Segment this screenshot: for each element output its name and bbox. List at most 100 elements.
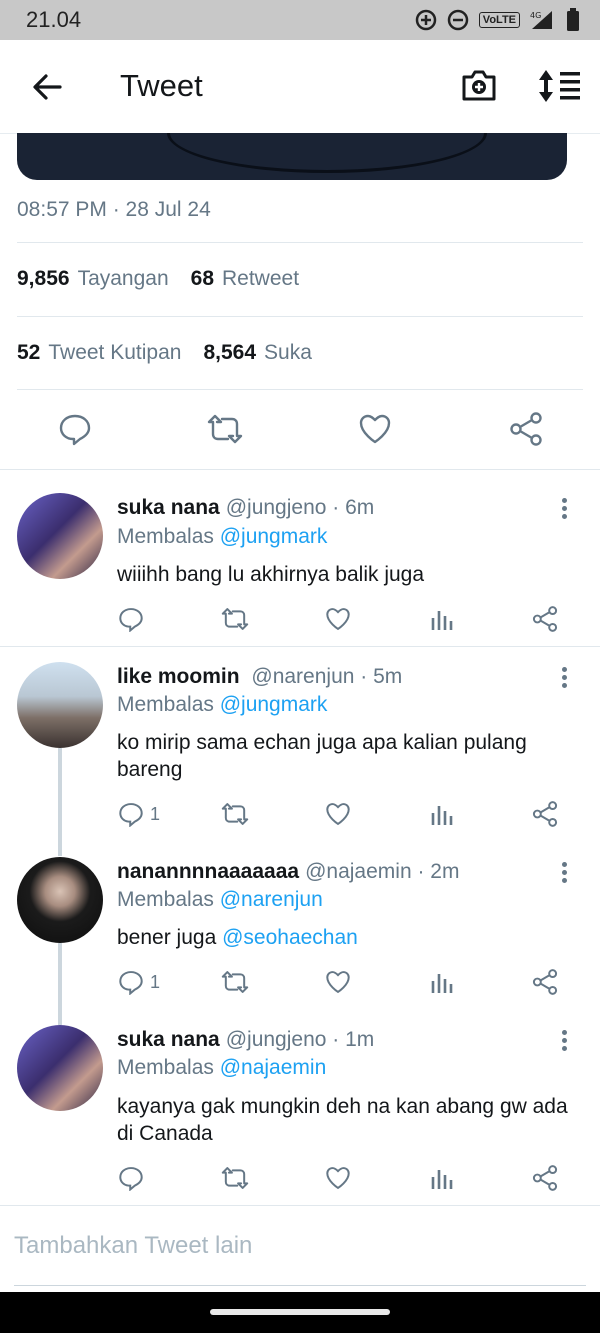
reply-button[interactable]: [118, 606, 150, 632]
replying-to: Membalas @jungmark: [117, 693, 328, 716]
status-bar: 21.04 VoLTE 4G: [0, 0, 600, 40]
compose-underline: [14, 1285, 586, 1286]
reply-icon: [119, 803, 143, 827]
analytics-button[interactable]: [430, 801, 454, 827]
analytics-button[interactable]: [430, 606, 454, 632]
divider: [0, 1205, 600, 1206]
reply-button[interactable]: 1: [118, 801, 160, 827]
like-icon: [326, 1167, 350, 1190]
replying-to: Membalas @narenjun: [117, 888, 323, 911]
back-arrow-icon[interactable]: [30, 70, 64, 104]
retweets-stat[interactable]: 68 Retweet: [191, 267, 299, 291]
more-options-icon[interactable]: [556, 667, 572, 691]
reply-time: · 5m: [360, 665, 403, 688]
mention-link[interactable]: @narenjun: [220, 888, 323, 911]
reply-button[interactable]: [118, 1165, 150, 1191]
share-button[interactable]: [532, 1165, 558, 1191]
more-options-icon[interactable]: [556, 1030, 572, 1054]
reply-text: bener juga @seohaechan: [117, 926, 358, 949]
reply-icon[interactable]: [58, 412, 92, 446]
mention-link[interactable]: @jungmark: [220, 525, 328, 548]
more-options-icon[interactable]: [556, 498, 572, 522]
reply-time: · 6m: [332, 496, 375, 519]
username[interactable]: @jungjeno: [226, 496, 327, 519]
analytics-icon: [431, 806, 453, 825]
mention-link[interactable]: @jungmark: [220, 693, 328, 716]
share-button[interactable]: [532, 606, 558, 632]
sort-replies-icon[interactable]: [538, 68, 582, 104]
reply-actions: [0, 606, 600, 636]
like-button[interactable]: [325, 969, 351, 995]
reply-icon: [119, 1167, 143, 1191]
like-button[interactable]: [325, 801, 351, 827]
share-button[interactable]: [532, 969, 558, 995]
home-gesture-handle[interactable]: [210, 1309, 390, 1315]
avatar[interactable]: [17, 493, 103, 579]
reply-text: wiiihh bang lu akhirnya balik juga: [117, 563, 425, 586]
analytics-button[interactable]: [430, 1165, 454, 1191]
camera-add-icon[interactable]: [460, 68, 498, 104]
replying-to: Membalas @jungmark: [117, 525, 328, 548]
quotes-stat[interactable]: 52 Tweet Kutipan: [17, 341, 181, 365]
like-icon[interactable]: [358, 412, 392, 446]
share-icon: [532, 606, 558, 632]
mention-link[interactable]: @seohaechan: [222, 926, 358, 949]
svg-text:4G: 4G: [530, 11, 541, 20]
avatar[interactable]: [17, 1025, 103, 1111]
like-icon: [326, 971, 350, 994]
avatar[interactable]: [17, 662, 103, 748]
share-icon[interactable]: [509, 412, 543, 446]
display-name[interactable]: suka nana: [117, 1028, 220, 1051]
share-icon: [532, 969, 558, 995]
battery-icon: [567, 8, 579, 31]
tweet-actions: [0, 390, 600, 470]
analytics-icon: [431, 974, 453, 993]
analytics-icon: [431, 1170, 453, 1189]
reply-header: suka nana @jungjeno · 1m: [117, 1028, 374, 1052]
retweet-button[interactable]: [220, 801, 250, 827]
mention-link[interactable]: @najaemin: [220, 1056, 327, 1079]
reply-time: · 1m: [332, 1028, 375, 1051]
divider: [17, 316, 583, 317]
like-icon: [326, 803, 350, 826]
retweet-button[interactable]: [220, 606, 250, 632]
retweet-icon[interactable]: [206, 412, 244, 446]
divider: [17, 242, 583, 243]
display-name[interactable]: like moomin: [117, 665, 240, 688]
divider: [0, 469, 600, 470]
analytics-button[interactable]: [430, 969, 454, 995]
stats-row-2: 52 Tweet Kutipan 8,564 Suka: [17, 341, 312, 365]
retweet-icon: [221, 608, 249, 630]
like-button[interactable]: [325, 606, 351, 632]
reply-actions: 1: [0, 801, 600, 831]
tweet-media[interactable]: [17, 133, 567, 180]
status-time: 21.04: [26, 7, 82, 32]
share-icon: [532, 801, 558, 827]
more-options-icon[interactable]: [556, 862, 572, 886]
username[interactable]: @narenjun: [251, 665, 354, 688]
compose-input[interactable]: Tambahkan Tweet lain: [14, 1232, 252, 1260]
likes-stat[interactable]: 8,564 Suka: [203, 341, 311, 365]
username[interactable]: @najaemin: [305, 860, 412, 883]
display-name[interactable]: nanannnnaaaaaaa: [117, 860, 299, 883]
avatar[interactable]: [17, 857, 103, 943]
analytics-icon: [431, 611, 453, 630]
retweet-button[interactable]: [220, 969, 250, 995]
display-name[interactable]: suka nana: [117, 496, 220, 519]
like-button[interactable]: [325, 1165, 351, 1191]
page-title: Tweet: [120, 68, 203, 103]
views-stat: 9,856 Tayangan: [17, 267, 169, 290]
reply-header: nanannnnaaaaaaa @najaemin · 2m: [117, 860, 459, 884]
reply-icon: [119, 971, 143, 995]
reply-actions: 1: [0, 969, 600, 999]
retweet-icon: [221, 803, 249, 825]
reply-time: · 2m: [417, 860, 460, 883]
retweet-button[interactable]: [220, 1165, 250, 1191]
app-bar: Tweet: [0, 40, 600, 134]
username[interactable]: @jungjeno: [226, 1028, 327, 1051]
reply-button[interactable]: 1: [118, 969, 160, 995]
share-icon: [532, 1165, 558, 1191]
reply-count: 1: [150, 803, 161, 824]
system-nav-bar: [0, 1292, 600, 1333]
share-button[interactable]: [532, 801, 558, 827]
